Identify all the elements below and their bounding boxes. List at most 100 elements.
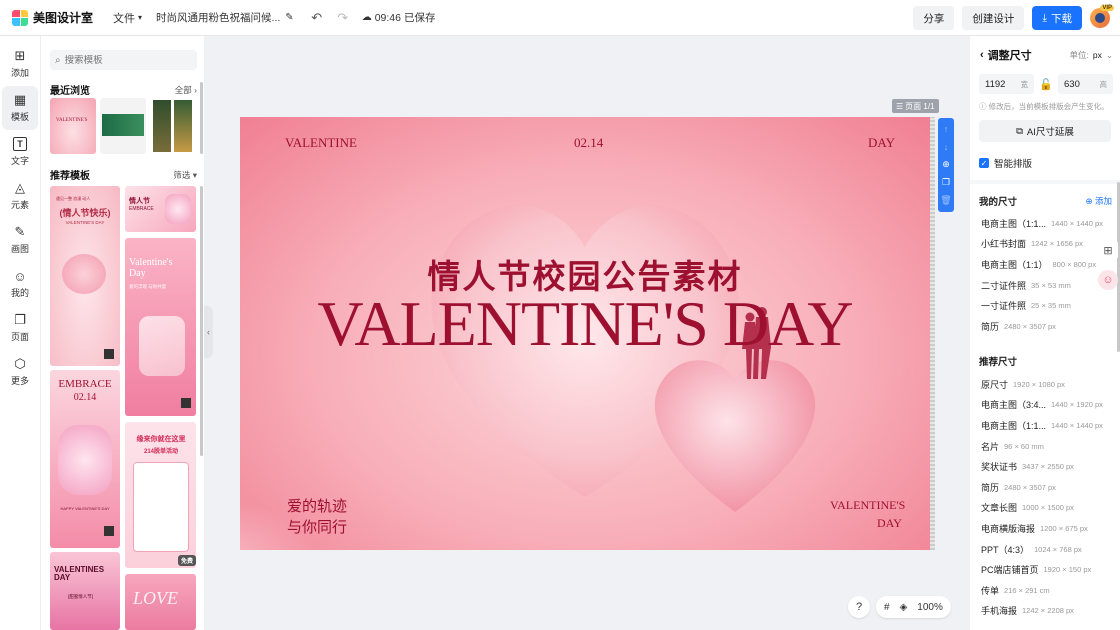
size-item[interactable]: 文章长图 1000 × 1500 px [981, 498, 1111, 519]
size-item[interactable]: 奖状证书 3437 × 2550 px [981, 456, 1111, 477]
copy-page-icon[interactable]: ❐ [942, 178, 950, 187]
lock-ratio-icon[interactable]: 🔓 [1038, 78, 1054, 91]
size-item[interactable]: 电商主图（3:4... 1440 × 1920 px [981, 395, 1111, 416]
width-input[interactable]: 1192 宽 [979, 74, 1034, 94]
canvas-top-right-text[interactable]: DAY [868, 135, 895, 151]
document-title[interactable]: 时尚风通用粉色祝福问候... ✎ [156, 10, 294, 25]
size-item[interactable]: 简历 2480 × 3507 px [981, 316, 1111, 337]
template-icon: ▦ [13, 92, 27, 107]
canvas-bottom-right-line2[interactable]: DAY [877, 516, 902, 531]
delete-page-icon[interactable]: 🗑 [940, 195, 951, 205]
recent-thumb[interactable] [100, 98, 146, 154]
size-item[interactable]: 电商横版海报 1200 × 675 px [981, 518, 1111, 539]
help-button[interactable]: ? [848, 596, 870, 618]
collapse-panel-handle[interactable]: ‹ [204, 306, 213, 358]
rail-item-more[interactable]: ⬡ 更多 [0, 350, 40, 394]
recent-thumb[interactable] [150, 98, 198, 154]
recommend-title: 推荐模板 [50, 171, 90, 182]
size-item[interactable]: 电商主图（1:1... 1440 × 1440 px [981, 415, 1111, 436]
canvas-bottom-left-line2[interactable]: 与你同行 [287, 516, 347, 537]
rail-item-mine[interactable]: ☺ 我的 [0, 262, 40, 306]
design-canvas[interactable]: VALENTINE 02.14 DAY 情人节校园公告素材 VALENTINE'… [240, 117, 930, 550]
rail-label: 画图 [10, 244, 29, 254]
resize-title-text: 调整尺寸 [987, 50, 1032, 62]
save-status: ☁ 09:46 已保存 [362, 10, 436, 25]
rail-item-template[interactable]: ▦ 模板 [2, 86, 38, 130]
recommend-sizes-title: 推荐尺寸 [979, 357, 1018, 368]
page-indicator[interactable]: ☰ 页面 1/1 [892, 99, 939, 113]
canvas-top-center-text[interactable]: 02.14 [574, 135, 603, 151]
canvas-bottom-left-line1[interactable]: 爱的轨迹 [287, 495, 347, 516]
recent-all-link[interactable]: 全部 › [175, 84, 197, 96]
ai-resize-button[interactable]: ⧉ AI尺寸延展 [979, 120, 1111, 142]
move-down-icon[interactable]: ↓ [944, 142, 949, 152]
smart-layout-toggle[interactable]: ✓ 智能排版 [979, 156, 1032, 170]
info-icon: ⓘ [979, 102, 987, 111]
template-card[interactable]: LOVE [125, 574, 196, 630]
recent-header: 最近浏览 全部 › [50, 82, 197, 98]
template-search[interactable]: ⌕ [50, 50, 197, 70]
share-button[interactable]: 分享 [913, 6, 955, 30]
size-item[interactable]: 手机海报 1242 × 2208 px [981, 601, 1111, 622]
top-actions: 分享 创建设计 ⤓ 下载 VIP [913, 0, 1120, 36]
template-card[interactable]: 情人节 EMBRACE [125, 186, 196, 232]
size-item[interactable]: 小红书封面 1242 × 1656 px [981, 234, 1111, 255]
recent-thumb[interactable]: VALENTINE'S [50, 98, 96, 154]
size-item[interactable]: 电商主图（1:1） 800 × 800 px [981, 254, 1111, 275]
checkbox-checked-icon[interactable]: ✓ [979, 158, 989, 168]
template-card[interactable]: EMBRACE 02.14 HAPPY VALENTINE'S DAY [50, 370, 120, 548]
avatar[interactable]: VIP [1090, 5, 1114, 28]
create-design-button[interactable]: 创建设计 [962, 6, 1025, 30]
qr-scan-icon[interactable]: ⊞ [1098, 240, 1118, 260]
card-form-box [133, 462, 189, 552]
rail-item-add[interactable]: ⊞ 添加 [0, 42, 40, 86]
edit-icon[interactable]: ✎ [285, 12, 293, 23]
size-item[interactable]: 传单 216 × 291 cm [981, 580, 1111, 601]
add-size-button[interactable]: ⊕ 添加 [1086, 195, 1113, 207]
resize-header: ‹ 调整尺寸 单位: px ⌄ [980, 47, 1113, 63]
undo-icon[interactable]: ↶ [308, 9, 326, 27]
assistant-icon[interactable]: ☺ [1098, 270, 1118, 290]
template-scrollbar[interactable] [200, 186, 203, 456]
add-page-icon[interactable]: ⊕ [942, 160, 950, 169]
ai-expand-icon: ⧉ [1016, 125, 1023, 137]
top-bar: 美图设计室 文件 ▾ 时尚风通用粉色祝福问候... ✎ ↶ ↷ ☁ 09:46 … [0, 0, 1120, 36]
rail-item-draw[interactable]: ✎ 画图 [0, 218, 40, 262]
unit-select[interactable]: 单位: px ⌄ [1070, 49, 1113, 61]
canvas-bottom-right-line1[interactable]: VALENTINE'S [830, 498, 905, 513]
template-card[interactable]: VALENTINES DAY [甜蜜情人节] [50, 552, 120, 630]
file-menu[interactable]: 文件 ▾ [113, 10, 142, 26]
download-button[interactable]: ⤓ 下载 [1032, 6, 1082, 30]
canvas-top-left-text[interactable]: VALENTINE [285, 135, 357, 151]
template-card[interactable]: 遇见一整 浪漫 动人 (情人节快乐) VALENTINE'S DAY [50, 186, 120, 366]
filter-link[interactable]: 筛选 ▾ [173, 169, 197, 181]
rail-item-text[interactable]: T 文字 [0, 130, 40, 174]
size-item[interactable]: 电商主图（1:1... 1440 × 1440 px [981, 213, 1111, 234]
height-input[interactable]: 630 高 [1058, 74, 1113, 94]
size-item[interactable]: 二寸证件照 35 × 53 mm [981, 275, 1111, 296]
rail-label: 页面 [10, 332, 29, 342]
search-input[interactable] [64, 54, 185, 66]
card-title: Valentine's Day [129, 257, 173, 279]
rail-item-elements[interactable]: ◬ 元素 [0, 174, 40, 218]
resize-title[interactable]: ‹ 调整尺寸 [980, 47, 1032, 63]
rail-item-pages[interactable]: ❐ 页面 [0, 306, 40, 350]
size-item[interactable]: 一寸证件照 25 × 35 mm [981, 295, 1111, 316]
rail-label: 我的 [10, 288, 29, 298]
size-item[interactable]: 原尺寸 1920 × 1080 px [981, 374, 1111, 395]
layers-icon[interactable]: ◈ [900, 602, 908, 613]
template-card[interactable]: Valentine's Day 爱的浮现 与你共度 [125, 238, 196, 416]
size-item[interactable]: PPT（4:3） 1024 × 768 px [981, 539, 1111, 560]
zoom-level[interactable]: 100% [917, 602, 943, 613]
template-card[interactable]: 缘来你就在这里 214脱单活动 免费 [125, 422, 196, 568]
size-item[interactable]: 名片 96 × 60 mm [981, 436, 1111, 457]
move-up-icon[interactable]: ↑ [944, 125, 949, 134]
size-item[interactable]: PC端店铺首页 1920 × 150 px [981, 559, 1111, 580]
recent-scrollbar[interactable] [200, 82, 203, 154]
size-item[interactable]: 简历 2480 × 3507 px [981, 477, 1111, 498]
app-logo[interactable]: 美图设计室 [12, 9, 93, 26]
grid-icon[interactable]: # [884, 602, 890, 613]
headline-english[interactable]: VALENTINE'S DAY [240, 292, 930, 356]
redo-icon[interactable]: ↷ [334, 9, 352, 27]
thumb-image [102, 114, 144, 136]
